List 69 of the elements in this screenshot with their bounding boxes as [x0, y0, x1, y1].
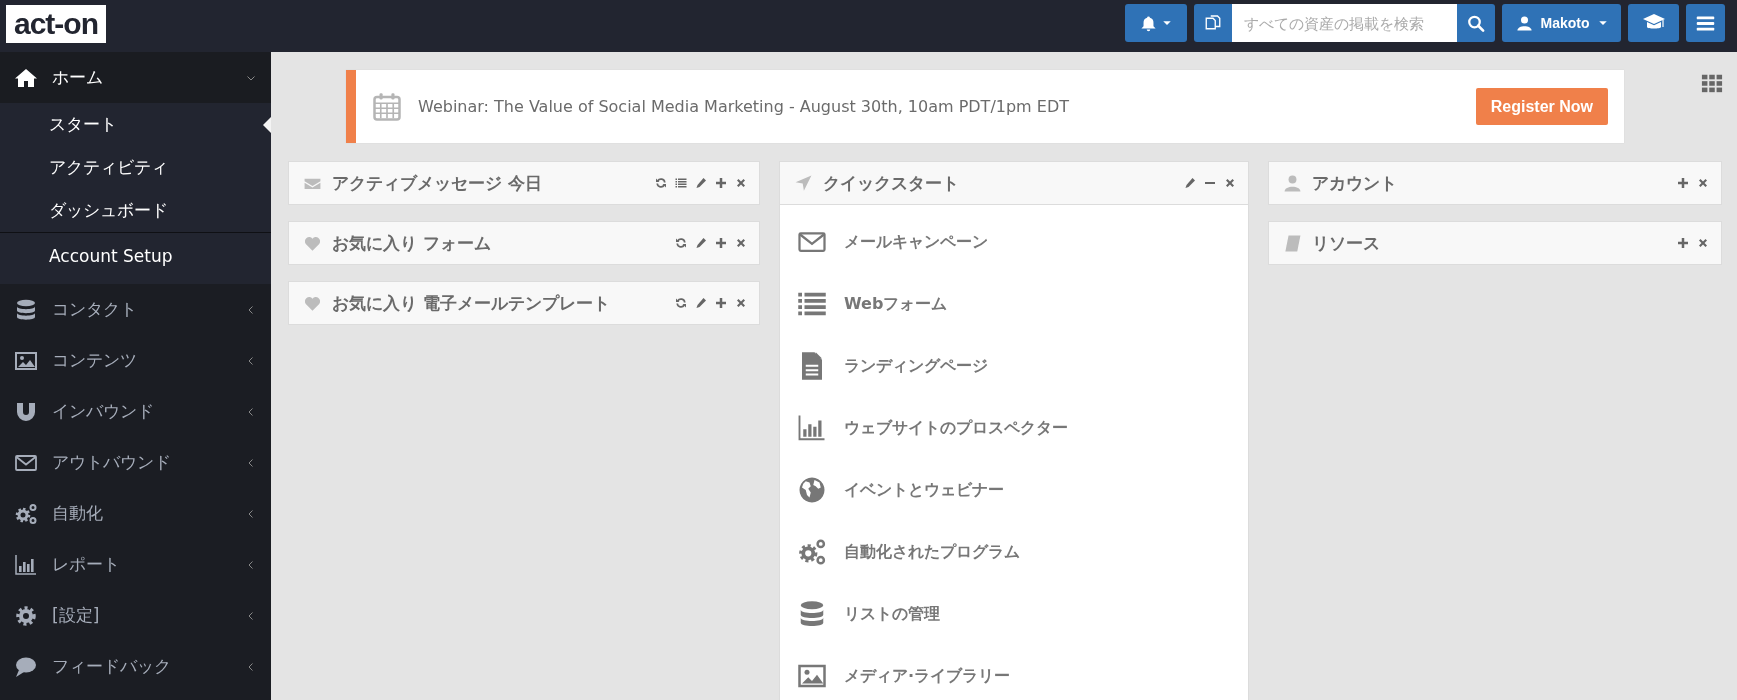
- pencil-icon[interactable]: [695, 237, 707, 249]
- quick-start-item[interactable]: 自動化されたプログラム: [780, 521, 1248, 583]
- user-icon: [1515, 14, 1533, 32]
- submenu-item[interactable]: スタート: [0, 103, 271, 146]
- menu-button[interactable]: [1686, 4, 1725, 42]
- submenu-item[interactable]: ダッシュボード: [0, 189, 271, 232]
- search-field[interactable]: すべての資産の掲載を検索: [1232, 4, 1457, 42]
- submenu-item[interactable]: アクティビティ: [0, 146, 271, 189]
- bar-chart-icon: [797, 413, 827, 443]
- plus-icon[interactable]: [715, 177, 727, 189]
- globe-icon: [797, 475, 827, 505]
- banner-text: Webinar: The Value of Social Media Marketing - August 30th, 10am PDT/1pm EDT: [418, 97, 1070, 116]
- refresh-icon[interactable]: [655, 177, 667, 189]
- grid-icon[interactable]: [1700, 72, 1724, 94]
- logo[interactable]: act-on: [6, 5, 106, 43]
- sidebar-item[interactable]: コンタクト: [0, 284, 271, 335]
- close-icon[interactable]: [735, 237, 747, 249]
- widget-title: リソース: [1312, 231, 1381, 255]
- training-button[interactable]: [1628, 4, 1679, 42]
- sidebar-item[interactable]: フィードバック: [0, 641, 271, 692]
- close-icon[interactable]: [1697, 237, 1709, 249]
- plus-icon[interactable]: [1677, 177, 1689, 189]
- refresh-icon[interactable]: [675, 237, 687, 249]
- sidebar-item[interactable]: コンテンツ: [0, 335, 271, 386]
- pencil-icon[interactable]: [1184, 177, 1196, 189]
- copy-button[interactable]: [1194, 4, 1232, 42]
- bar-chart-icon: [14, 552, 38, 577]
- quick-start-item[interactable]: メディア·ライブラリー: [780, 645, 1248, 700]
- sidebar-item[interactable]: レポート: [0, 539, 271, 590]
- caret-icon: [1162, 18, 1172, 28]
- user-icon: [1283, 173, 1302, 193]
- quick-start-item[interactable]: ランディングページ: [780, 335, 1248, 397]
- plus-icon[interactable]: [715, 297, 727, 309]
- sidebar-item[interactable]: [設定]: [0, 590, 271, 641]
- plus-icon[interactable]: [1677, 237, 1689, 249]
- notifications-button[interactable]: [1125, 4, 1187, 42]
- pencil-icon[interactable]: [695, 297, 707, 309]
- plus-icon[interactable]: [715, 237, 727, 249]
- user-menu-button[interactable]: Makoto: [1502, 4, 1621, 42]
- close-icon[interactable]: [1697, 177, 1709, 189]
- search-button[interactable]: [1457, 4, 1495, 42]
- bell-icon: [1140, 14, 1157, 32]
- quick-start-item[interactable]: ウェブサイトのプロスペクター: [780, 397, 1248, 459]
- quick-start-item[interactable]: イベントとウェビナー: [780, 459, 1248, 521]
- gears-icon: [14, 501, 38, 526]
- widget-title: クイックスタート: [823, 171, 960, 195]
- calendar-icon: [372, 90, 402, 123]
- caret-icon: [1597, 18, 1608, 28]
- settings-icon: [14, 603, 38, 628]
- close-icon[interactable]: [735, 177, 747, 189]
- sidebar-item[interactable]: インバウンド: [0, 386, 271, 437]
- submenu-item[interactable]: Account Setup: [0, 233, 271, 280]
- sidebar-item[interactable]: 自動化: [0, 488, 271, 539]
- widget-title: アクティブメッセージ 今日: [332, 171, 543, 195]
- quick-start-item[interactable]: リストの管理: [780, 583, 1248, 645]
- widget-title: お気に入り フォーム: [332, 231, 492, 255]
- quick-start-item[interactable]: Webフォーム: [780, 273, 1248, 335]
- gears-icon: [797, 537, 827, 567]
- close-icon[interactable]: [1224, 177, 1236, 189]
- close-icon[interactable]: [735, 297, 747, 309]
- list-icon[interactable]: [675, 177, 687, 189]
- sidebar-item[interactable]: アウトバウンド: [0, 437, 271, 488]
- refresh-icon[interactable]: [675, 297, 687, 309]
- search-icon: [1467, 13, 1485, 33]
- pencil-icon[interactable]: [695, 177, 707, 189]
- widget-title: アカウント: [1312, 171, 1398, 195]
- widget-title: お気に入り 電子メールテンプレート: [332, 291, 611, 315]
- quick-start-item[interactable]: メールキャンペーン: [780, 211, 1248, 273]
- database-icon: [14, 297, 38, 322]
